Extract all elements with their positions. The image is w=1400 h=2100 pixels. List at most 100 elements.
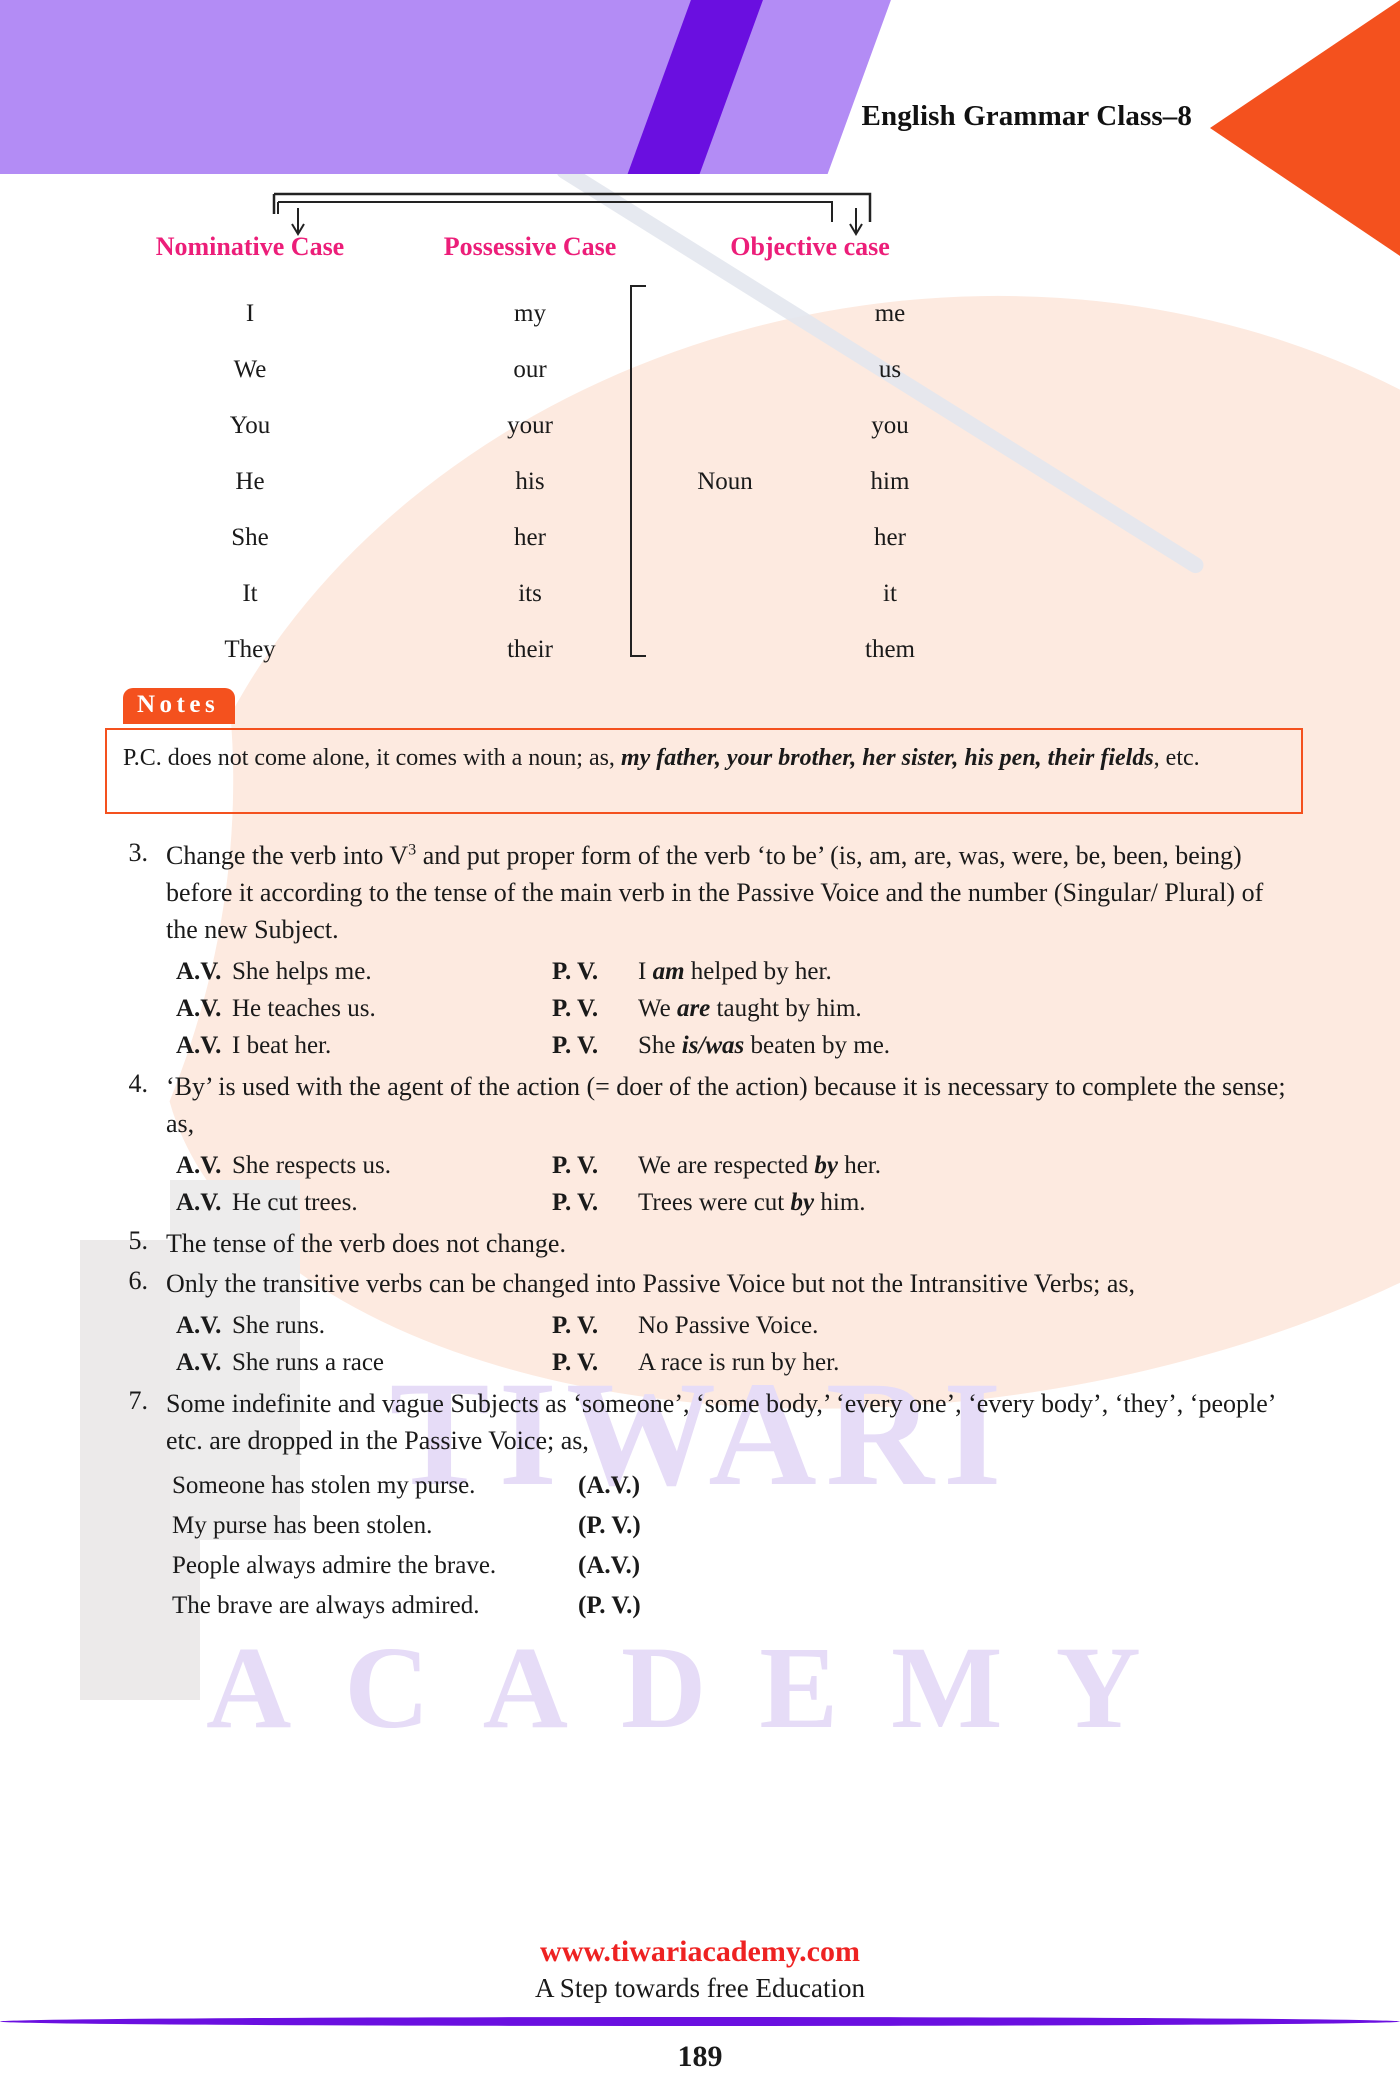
example-row: A.V. He cut trees. P. V. Trees were cut …	[0, 1189, 1400, 1217]
passive-voice-sentence: She is/was beaten by me.	[638, 1032, 890, 1060]
pv-text-post: her.	[837, 1151, 881, 1179]
notes-text-emphasis: my father, your brother, her sister, his…	[620, 745, 1154, 771]
pv-text-pre: We	[638, 994, 677, 1022]
example-row: A.V. She runs a race P. V. A race is run…	[0, 1349, 1400, 1377]
list-item-number: 6.	[128, 1266, 149, 1296]
cell-nominative: I	[245, 300, 255, 327]
cell-possessive: her	[514, 524, 546, 551]
voice-pair-tag: (A.V.)	[578, 1552, 641, 1580]
active-voice-tag: A.V.	[176, 957, 222, 985]
page-title: English Grammar Class–8	[861, 100, 1192, 132]
active-voice-sentence: She runs.	[232, 1312, 326, 1340]
example-row: A.V. I beat her. P. V. She is/was beaten…	[0, 1032, 1400, 1060]
cell-possessive: your	[507, 412, 553, 439]
list-item-number: 5.	[128, 1225, 149, 1255]
pv-text-emphasis: by	[790, 1188, 815, 1216]
list-item: 7. Some indefinite and vague Subjects as…	[0, 1386, 1400, 1460]
pv-text-emphasis: are	[676, 994, 711, 1022]
list-item-text: Only the transitive verbs can be changed…	[166, 1269, 1136, 1299]
active-voice-tag: A.V.	[176, 1188, 222, 1216]
passive-voice-sentence: We are respected by her.	[638, 1152, 881, 1180]
example-row: A.V. She respects us. P. V. We are respe…	[0, 1152, 1400, 1180]
pv-text-pre: She	[638, 1031, 682, 1059]
example-row: A.V. She runs. P. V. No Passive Voice.	[0, 1312, 1400, 1340]
passive-voice-tag: P. V.	[552, 957, 599, 985]
item3-text-before: Change the verb into V	[166, 841, 409, 870]
pv-text-emphasis: is/was	[681, 1031, 745, 1059]
cell-possessive: his	[515, 468, 545, 495]
active-voice-tag: A.V.	[176, 1151, 222, 1179]
active-voice-sentence: She runs a race	[232, 1349, 385, 1377]
footer-divider	[0, 2017, 1400, 2026]
cell-nominative: You	[229, 412, 271, 439]
case-heading-nominative: Nominative Case	[155, 232, 345, 261]
case-headings-row: Nominative Case Possessive Case Objectiv…	[0, 232, 1400, 262]
active-voice-sentence: He teaches us.	[232, 994, 376, 1022]
voice-pair-tag: (A.V.)	[578, 1472, 641, 1500]
active-voice-tag: A.V.	[176, 1349, 222, 1377]
passive-voice-sentence: I am helped by her.	[638, 958, 832, 986]
example-row: A.V. He teaches us. P. V. We are taught …	[0, 995, 1400, 1023]
table-row: We our us	[0, 342, 1400, 398]
website-link[interactable]: www.tiwariacademy.com	[0, 1935, 1400, 1969]
cell-possessive: its	[518, 580, 542, 607]
notes-label: Notes	[123, 688, 236, 724]
page-footer: www.tiwariacademy.com A Step towards fre…	[0, 1935, 1400, 2100]
voice-pair-sentence: Someone has stolen my purse.	[172, 1472, 476, 1500]
voice-pair-tag: (P. V.)	[578, 1512, 641, 1540]
voice-pair-row: My purse has been stolen. (P. V.)	[0, 1512, 1400, 1540]
notes-text-plain: P.C. does not come alone, it comes with …	[123, 745, 621, 771]
cell-objective: it	[883, 580, 897, 607]
list-item-number: 3.	[128, 838, 149, 867]
example-row: A.V. She helps me. P. V. I am helped by …	[0, 958, 1400, 986]
list-item: 4. ‘By’ is used with the agent of the ac…	[0, 1069, 1400, 1143]
voice-pair-tag: (P. V.)	[578, 1592, 641, 1620]
pv-text-emphasis: am	[652, 957, 685, 985]
passive-voice-sentence: Trees were cut by him.	[638, 1189, 866, 1217]
cell-nominative: They	[224, 636, 276, 663]
passive-voice-tag: P. V.	[552, 1151, 599, 1179]
table-row: I my me	[0, 286, 1400, 342]
list-item-text: Some indefinite and vague Subjects as ‘s…	[166, 1389, 1275, 1456]
list-item-text: Change the verb into V3 and put proper f…	[166, 838, 1290, 949]
list-item: 6. Only the transitive verbs can be chan…	[0, 1266, 1400, 1303]
passive-voice-sentence: We are taught by him.	[638, 995, 862, 1023]
pv-text-pre: I	[638, 957, 653, 985]
table-row: It its it	[0, 566, 1400, 622]
active-voice-tag: A.V.	[176, 994, 222, 1022]
voice-pair-row: The brave are always admired. (P. V.)	[0, 1592, 1400, 1620]
pv-text-emphasis: by	[814, 1151, 838, 1179]
table-row: You your you	[0, 398, 1400, 454]
passive-voice-tag: P. V.	[552, 994, 599, 1022]
cell-objective: her	[874, 524, 906, 551]
active-voice-sentence: She respects us.	[232, 1151, 391, 1179]
voice-pair-sentence: My purse has been stolen.	[172, 1512, 433, 1540]
header-purple-band	[0, 0, 893, 174]
list-item: 3. Change the verb into V3 and put prope…	[0, 838, 1400, 949]
voice-pair-sentence: The brave are always admired.	[172, 1592, 480, 1620]
case-heading-objective: Objective case	[730, 232, 890, 261]
list-item-text: ‘By’ is used with the agent of the actio…	[166, 1071, 1286, 1138]
notes-body: P.C. does not come alone, it comes with …	[105, 728, 1303, 814]
cell-objective: me	[874, 300, 906, 327]
cell-nominative: He	[235, 468, 265, 495]
passive-voice-tag: P. V.	[552, 1188, 599, 1216]
active-voice-sentence: I beat her.	[232, 1031, 332, 1059]
case-heading-possessive: Possessive Case	[443, 232, 617, 261]
cell-nominative: It	[242, 580, 258, 607]
active-voice-tag: A.V.	[176, 1031, 222, 1059]
footer-tagline: A Step towards free Education	[535, 1973, 865, 2003]
active-voice-tag: A.V.	[176, 1312, 222, 1340]
pv-text-pre: We are respected	[638, 1151, 815, 1179]
pv-text-post: taught by him.	[710, 994, 862, 1022]
list-item-number: 4.	[128, 1068, 149, 1098]
voice-pair-sentence: People always admire the brave.	[172, 1552, 497, 1580]
pv-text-post: beaten by me.	[744, 1031, 891, 1059]
pronoun-rows: I my me We our us You your you He his No…	[0, 286, 1400, 678]
pv-text-post: helped by her.	[684, 957, 832, 985]
list-item-number: 7.	[128, 1386, 149, 1416]
notes-text-tail: , etc.	[1153, 745, 1200, 771]
passive-voice-sentence: No Passive Voice.	[638, 1312, 819, 1340]
cell-objective: them	[865, 636, 915, 663]
cell-objective: you	[871, 412, 909, 439]
